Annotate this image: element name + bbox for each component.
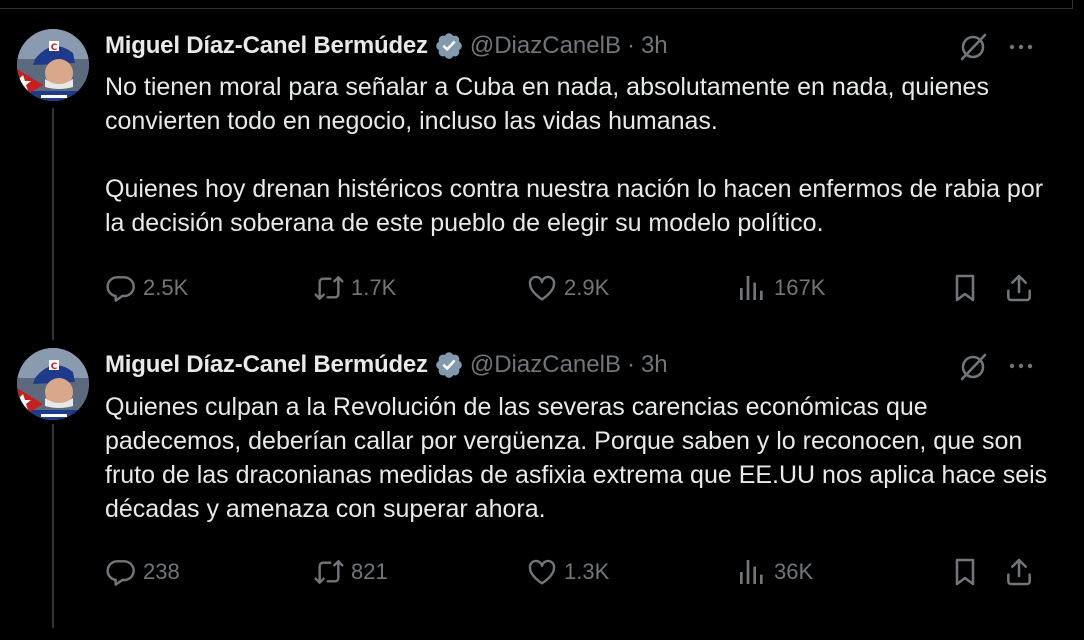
avatar[interactable]: C (17, 348, 89, 420)
reply-button[interactable]: 238 (105, 554, 180, 590)
like-count: 2.9K (564, 275, 610, 300)
verified-badge-icon[interactable] (434, 31, 464, 61)
reply-count: 2.5K (143, 275, 189, 300)
tweet-text: No tienen moral para señalar a Cuba en n… (105, 73, 1044, 237)
repost-count: 821 (351, 559, 388, 584)
reply-icon (106, 560, 135, 586)
bookmark-icon[interactable] (949, 272, 981, 304)
share-icon[interactable] (1003, 272, 1035, 304)
repost-icon (314, 276, 344, 300)
separator-dot: · (626, 351, 635, 378)
tweet-header: Miguel Díaz-Canel Bermúdez @DiazCanelB ·… (105, 30, 668, 62)
share-icon[interactable] (1003, 556, 1035, 588)
reply-count: 238 (143, 559, 180, 584)
svg-text:C: C (51, 362, 58, 372)
bookmark-icon[interactable] (949, 556, 981, 588)
like-button[interactable]: 1.3K (526, 554, 609, 590)
avatar-image: C (17, 29, 89, 101)
tweet-actions: 2.5K 1.7K 2.9K 167K (105, 270, 1045, 306)
views-count: 167K (774, 275, 826, 300)
like-count: 1.3K (564, 559, 610, 584)
repost-button[interactable]: 821 (313, 554, 388, 590)
views-icon (740, 276, 763, 300)
like-button[interactable]: 2.9K (526, 270, 609, 306)
verified-badge-icon[interactable] (434, 350, 464, 380)
timestamp[interactable]: 3h (641, 32, 668, 60)
more-icon[interactable] (1006, 351, 1036, 381)
views-count: 36K (774, 559, 814, 584)
tweet-text: Quienes culpan a la Revolución de las se… (105, 393, 1048, 523)
tweet-actions: 238 821 1.3K 36K (105, 554, 1045, 590)
svg-text:C: C (51, 43, 58, 53)
reply-icon (106, 276, 135, 302)
reply-button[interactable]: 2.5K (105, 270, 188, 306)
tweet[interactable]: C Miguel Díaz-Canel Bermúdez @DiazCanelB… (0, 320, 1084, 640)
like-icon (528, 559, 556, 585)
repost-button[interactable]: 1.7K (313, 270, 396, 306)
timestamp[interactable]: 3h (641, 351, 668, 379)
handle[interactable]: @DiazCanelB (470, 32, 621, 60)
avatar-image: C (17, 348, 89, 420)
tweet-header: Miguel Díaz-Canel Bermúdez @DiazCanelB ·… (105, 349, 668, 381)
repost-icon (314, 560, 344, 584)
like-icon (528, 275, 556, 301)
views-button[interactable]: 167K (736, 270, 825, 306)
more-icon[interactable] (1006, 32, 1036, 62)
views-icon (740, 560, 763, 584)
handle[interactable]: @DiazCanelB (470, 351, 621, 379)
tweet[interactable]: C Miguel Díaz-Canel Bermúdez @DiazCanelB… (0, 0, 1084, 320)
repost-count: 1.7K (351, 275, 397, 300)
grok-icon[interactable] (958, 31, 988, 61)
display-name[interactable]: Miguel Díaz-Canel Bermúdez (105, 351, 428, 379)
separator-dot: · (626, 32, 635, 59)
grok-icon[interactable] (958, 351, 988, 381)
views-button[interactable]: 36K (736, 554, 813, 590)
avatar[interactable]: C (17, 29, 89, 101)
display-name[interactable]: Miguel Díaz-Canel Bermúdez (105, 32, 428, 60)
